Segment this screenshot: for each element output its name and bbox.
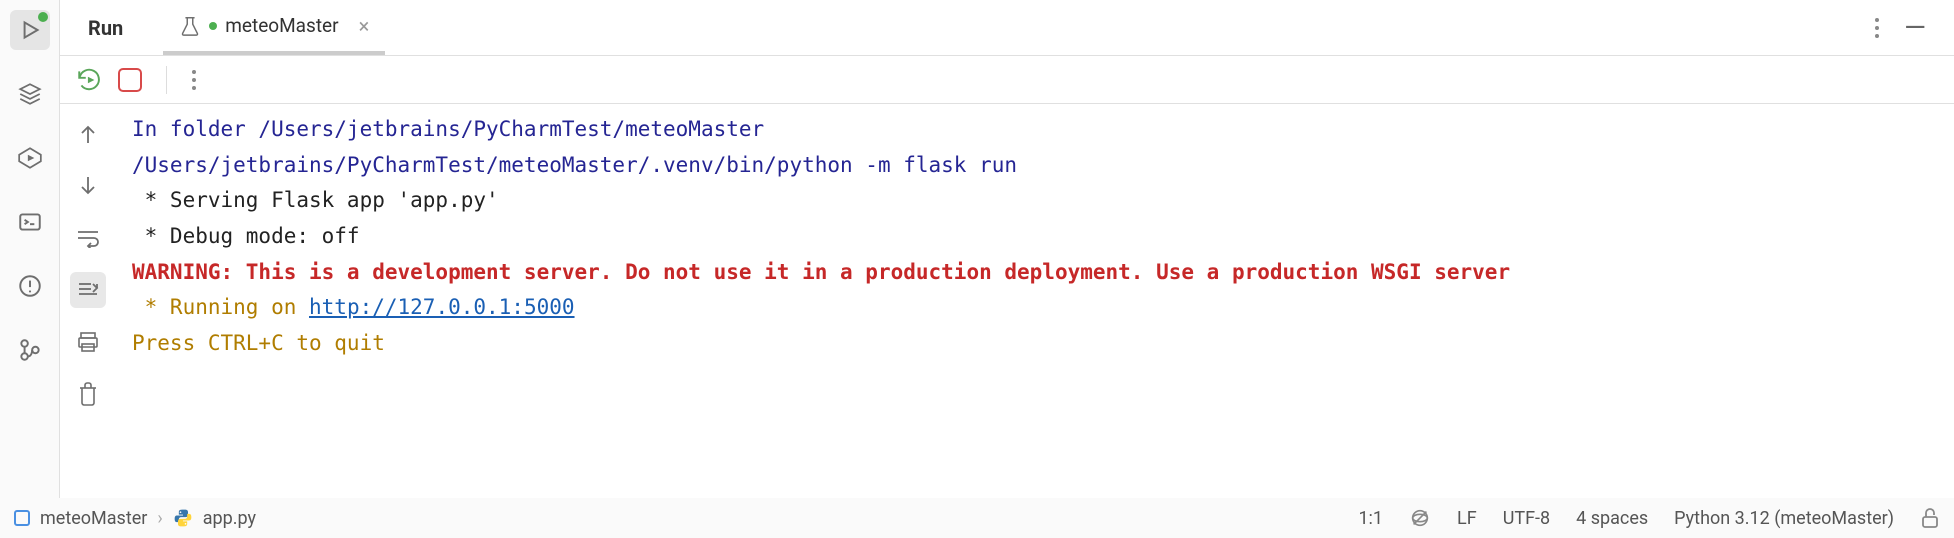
more-options-button[interactable] — [1874, 17, 1880, 39]
lock-icon[interactable] — [1920, 507, 1940, 529]
problems-tool-button[interactable] — [10, 266, 50, 306]
terminal-tool-button[interactable] — [10, 202, 50, 242]
running-dot-icon — [38, 12, 48, 22]
play-outline-button[interactable] — [10, 138, 50, 178]
hide-tool-window-button[interactable]: — — [1904, 14, 1926, 42]
run-tab-bar: Run meteoMaster × — [60, 0, 1954, 56]
analysis-icon[interactable] — [1409, 507, 1431, 529]
print-button[interactable] — [70, 324, 106, 360]
python-file-icon — [173, 508, 193, 528]
divider — [166, 66, 167, 94]
services-tool-button[interactable] — [10, 74, 50, 114]
rerun-button[interactable] — [76, 67, 102, 93]
status-bar: meteoMaster › app.py 1:1 — [0, 498, 1954, 538]
up-stack-button[interactable] — [70, 116, 106, 152]
encoding[interactable]: UTF-8 — [1503, 508, 1550, 529]
cursor-position[interactable]: 1:1 — [1358, 508, 1383, 529]
clear-all-button[interactable] — [70, 376, 106, 412]
output-line: /Users/jetbrains/PyCharmTest/meteoMaster… — [132, 153, 1017, 177]
breadcrumb-file: app.py — [203, 508, 256, 529]
scroll-to-end-button[interactable] — [70, 272, 106, 308]
run-tool-window-button[interactable] — [10, 10, 50, 50]
down-stack-button[interactable] — [70, 168, 106, 204]
output-line: Press CTRL+C to quit — [132, 331, 385, 355]
module-icon — [14, 510, 30, 526]
indent[interactable]: 4 spaces — [1576, 508, 1648, 529]
interpreter[interactable]: Python 3.12 (meteoMaster) — [1674, 508, 1894, 529]
console-output[interactable]: In folder /Users/jetbrains/PyCharmTest/m… — [116, 104, 1954, 498]
output-line: In folder /Users/jetbrains/PyCharmTest/m… — [132, 117, 764, 141]
tab-title: meteoMaster — [225, 14, 338, 37]
tool-window-title: Run — [72, 16, 139, 40]
console-side-toolbar — [60, 104, 116, 498]
breadcrumb[interactable]: meteoMaster › app.py — [14, 508, 256, 529]
left-toolbar — [0, 0, 60, 498]
run-toolbar — [60, 56, 1954, 104]
output-warning-line: WARNING: This is a development server. D… — [132, 260, 1523, 284]
close-tab-button[interactable]: × — [359, 14, 370, 38]
run-config-tab[interactable]: meteoMaster × — [163, 0, 385, 55]
vcs-tool-button[interactable] — [10, 330, 50, 370]
chevron-right-icon: › — [157, 508, 162, 529]
server-url-link[interactable]: http://127.0.0.1:5000 — [309, 295, 575, 319]
more-actions-button[interactable] — [191, 69, 197, 91]
output-line: * Running on — [132, 295, 309, 319]
stop-button[interactable] — [118, 68, 142, 92]
flask-icon — [179, 15, 201, 37]
soft-wrap-button[interactable] — [70, 220, 106, 256]
line-separator[interactable]: LF — [1457, 508, 1477, 529]
breadcrumb-module: meteoMaster — [40, 508, 147, 529]
output-line: * Serving Flask app 'app.py' — [132, 188, 499, 212]
running-dot-icon — [209, 22, 217, 30]
output-line: * Debug mode: off — [132, 224, 360, 248]
